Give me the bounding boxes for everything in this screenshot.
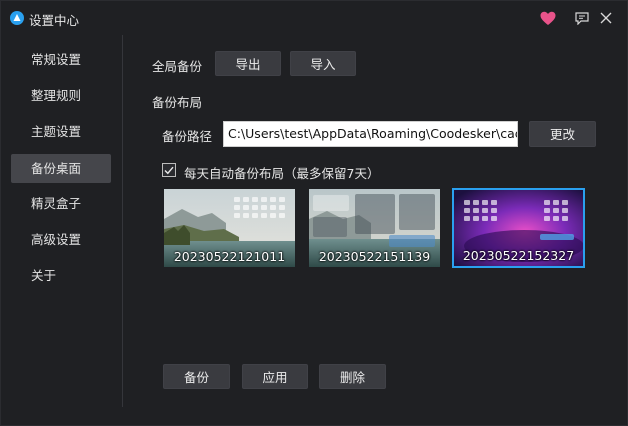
delete-button[interactable]: 删除 <box>319 364 386 389</box>
sidebar-nav: 常规设置 整理规则 主题设置 备份桌面 精灵盒子 高级设置 关于 <box>1 35 123 407</box>
apply-button[interactable]: 应用 <box>242 364 308 389</box>
layout-backup-label: 备份布局 <box>152 95 203 110</box>
auto-backup-label: 每天自动备份布局（最多保留7天） <box>184 166 380 181</box>
export-button[interactable]: 导出 <box>215 51 281 76</box>
backup-path-label: 备份路径 <box>162 129 213 144</box>
snapshot-thumbnail[interactable]: 20230522151139 <box>309 189 440 267</box>
backup-path-input[interactable]: C:\Users\test\AppData\Roaming\Coodesker\… <box>223 121 518 147</box>
import-button[interactable]: 导入 <box>290 51 356 76</box>
sidebar-item-general[interactable]: 常规设置 <box>11 45 111 74</box>
snapshot-thumbnail-selected[interactable]: 20230522152327 <box>452 188 585 268</box>
snapshot-name: 20230522151139 <box>318 249 431 264</box>
snapshot-name: 20230522121011 <box>173 249 286 264</box>
checkmark-icon <box>164 166 174 174</box>
app-logo-icon <box>10 11 24 25</box>
auto-backup-checkbox[interactable] <box>162 163 176 177</box>
sidebar-item-sprite-box[interactable]: 精灵盒子 <box>11 189 111 218</box>
sidebar-item-backup-desktop[interactable]: 备份桌面 <box>11 154 111 183</box>
global-backup-label: 全局备份 <box>152 59 203 74</box>
backup-panel: 全局备份 导出 导入 备份布局 备份路径 C:\Users\test\AppDa… <box>122 35 627 407</box>
settings-window: 设置中心 常规设置 整理规则 主题设置 备份桌面 精灵盒子 高级设置 关于 全局… <box>0 0 628 426</box>
sidebar-item-about[interactable]: 关于 <box>11 261 111 290</box>
sidebar-item-organize-rules[interactable]: 整理规则 <box>11 81 111 110</box>
close-icon[interactable] <box>597 9 615 27</box>
sidebar-item-advanced[interactable]: 高级设置 <box>11 225 111 254</box>
title-bar[interactable]: 设置中心 <box>1 1 627 35</box>
backup-button[interactable]: 备份 <box>163 364 230 389</box>
snapshot-thumbnail[interactable]: 20230522121011 <box>164 189 295 267</box>
feedback-icon[interactable] <box>573 9 591 27</box>
window-title: 设置中心 <box>29 13 80 28</box>
snapshot-name: 20230522152327 <box>462 248 575 263</box>
heart-icon[interactable] <box>539 9 557 27</box>
sidebar-item-theme[interactable]: 主题设置 <box>11 117 111 146</box>
change-path-button[interactable]: 更改 <box>529 121 596 147</box>
